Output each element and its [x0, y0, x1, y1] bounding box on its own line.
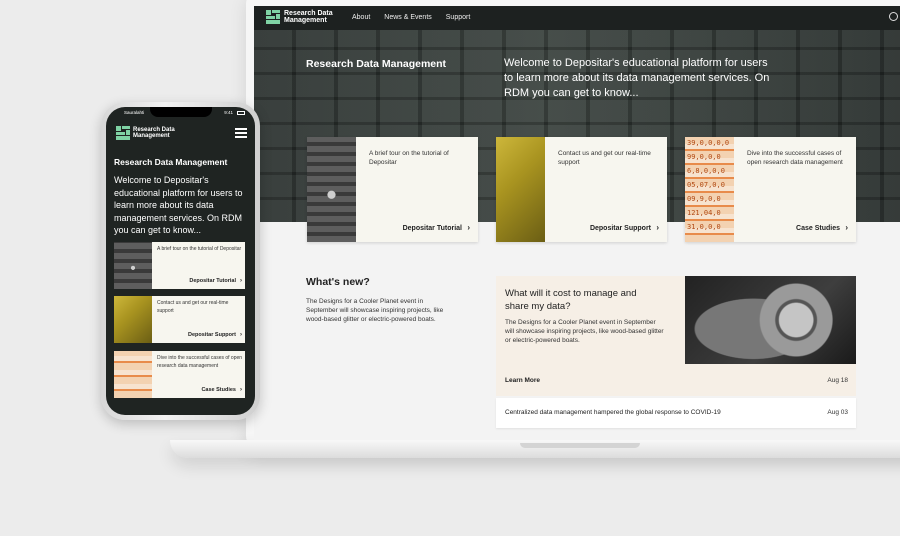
card-thumbnail	[114, 351, 152, 398]
chevron-right-icon: ›	[467, 223, 470, 232]
card-description: A brief tour on the tutorial of Deposita…	[369, 150, 449, 166]
clock: 9:41	[224, 110, 233, 115]
thumb-digits: 121,04,0	[687, 209, 721, 217]
card-tutorial[interactable]: A brief tour on the tutorial of Deposita…	[307, 137, 478, 242]
top-navigation-bar: Research Data Management About News & Ev…	[254, 6, 900, 30]
chevron-right-icon: ›	[240, 278, 242, 284]
card-case-studies[interactable]: 39,0,0,0,0 99,0,0,0 6,8,0,0,0 05,07,0,0 …	[685, 137, 856, 242]
hero-intro: Welcome to Depositar's educational platf…	[504, 57, 770, 99]
thumb-digits: 6,8,0,0,0	[687, 167, 725, 175]
thumb-digits: 09,9,0,0	[687, 195, 721, 203]
news-item-date: Aug 03	[827, 409, 848, 416]
laptop-screen: Research Data Management About News & Ev…	[254, 6, 900, 440]
feature-text: The Designs for a Cooler Planet event in…	[505, 319, 664, 344]
hard-drive-image	[685, 276, 856, 364]
logo-text: Research Data Management	[284, 10, 354, 24]
feature-date: Aug 18	[827, 377, 848, 384]
logo-icon	[116, 126, 130, 140]
hamburger-menu-icon[interactable]	[235, 128, 247, 138]
logo-text: Research Data Management	[133, 127, 193, 139]
card-case-studies[interactable]: Dive into the successful cases of open r…	[114, 351, 245, 398]
card-description: Dive into the successful cases of open r…	[747, 150, 843, 166]
nav-about[interactable]: About	[352, 14, 370, 21]
nav-news-events[interactable]: News & Events	[384, 14, 431, 21]
chevron-right-icon: ›	[240, 387, 242, 393]
card-link[interactable]: Depositar Tutorial	[403, 225, 462, 232]
thumb-digits: 31,0,0,0	[687, 223, 721, 231]
news-list-item[interactable]: Centralized data management hampered the…	[496, 398, 856, 428]
card-tutorial[interactable]: A brief tour on the tutorial of Deposita…	[114, 242, 245, 289]
thumb-digits: 05,07,0,0	[687, 181, 725, 189]
chevron-right-icon: ›	[656, 223, 659, 232]
card-link[interactable]: Depositar Support	[590, 225, 651, 232]
chevron-right-icon: ›	[240, 332, 242, 338]
search-icon[interactable]	[889, 12, 898, 21]
card-thumbnail: 39,0,0,0,0 99,0,0,0 6,8,0,0,0 05,07,0,0 …	[685, 137, 734, 242]
logo-line-2: Management	[133, 133, 170, 139]
hero-title: Research Data Management	[306, 58, 447, 70]
news-text: The Designs for a Cooler Planet event in…	[306, 298, 444, 323]
laptop-notch	[520, 443, 640, 448]
card-support[interactable]: Contact us and get our real-time support…	[496, 137, 667, 242]
card-support[interactable]: Contact us and get our real-time support…	[114, 296, 245, 343]
card-description: Dive into the successful cases of open r…	[157, 355, 243, 369]
card-description: A brief tour on the tutorial of Deposita…	[157, 246, 242, 252]
site-logo[interactable]: Research Data Management	[116, 126, 193, 140]
nav-support[interactable]: Support	[446, 14, 471, 21]
thumb-digits: 39,0,0,0,0	[687, 139, 730, 147]
news-item-title: Centralized data management hampered the…	[505, 409, 721, 416]
logo-line-1: Research Data	[284, 10, 333, 17]
main-nav: About News & Events Support	[352, 14, 470, 21]
logo-icon	[266, 10, 280, 24]
card-thumbnail	[114, 296, 152, 343]
news-heading: What's new?	[306, 276, 370, 288]
card-thumbnail	[496, 137, 545, 242]
phone-screen: Sauralahti 9:41 Research Data Management…	[106, 107, 255, 415]
feature-title: What will it cost to manage and share my…	[505, 288, 637, 312]
card-description: Contact us and get our real-time support	[157, 300, 229, 314]
chevron-right-icon: ›	[845, 223, 848, 232]
logo-line-2: Management	[284, 17, 327, 24]
card-link[interactable]: Depositar Support	[188, 332, 236, 338]
carrier-label: Sauralahti	[124, 110, 145, 115]
card-link[interactable]: Case Studies	[201, 387, 236, 393]
site-logo[interactable]: Research Data Management	[266, 10, 354, 24]
card-link[interactable]: Depositar Tutorial	[189, 278, 236, 284]
phone-status-bar: Sauralahti 9:41	[106, 107, 255, 119]
card-link[interactable]: Case Studies	[796, 225, 840, 232]
learn-more-link[interactable]: Learn More	[505, 377, 540, 384]
hero-title: Research Data Management	[114, 157, 228, 167]
featured-news-card[interactable]: What will it cost to manage and share my…	[496, 276, 856, 396]
thumb-digits: 99,0,0,0	[687, 153, 721, 161]
battery-icon	[237, 111, 245, 115]
card-thumbnail	[307, 137, 356, 242]
card-description: Contact us and get our real-time support	[558, 150, 651, 166]
card-thumbnail	[114, 242, 152, 289]
hero-intro: Welcome to Depositar's educational platf…	[114, 175, 243, 235]
